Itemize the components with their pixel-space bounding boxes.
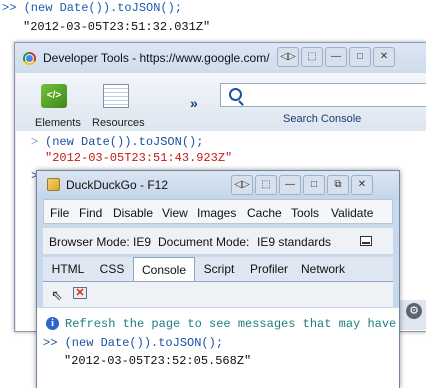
resources-panel-label[interactable]: Resources	[92, 117, 145, 129]
search-console-label: Search Console	[283, 113, 362, 125]
chrome-console-command: (new Date()).toJSON();	[45, 135, 204, 149]
ie-minimize-button[interactable]: —	[279, 175, 301, 195]
gear-icon[interactable]: ⚙	[406, 303, 422, 319]
browser-mode-label[interactable]: Browser Mode:	[49, 235, 130, 249]
ie-icon	[47, 178, 60, 191]
menu-disable[interactable]: Disable	[113, 206, 153, 220]
ie-maximize-button[interactable]: □	[303, 175, 325, 195]
document-mode-value[interactable]: IE9 standards	[257, 235, 331, 249]
ie-info-message: Refresh the page to see messages that ma…	[65, 317, 397, 331]
ie-titlebar[interactable]: DuckDuckGo - F12 ◁▷ ⬚ — □ ⧉ ✕	[37, 171, 399, 199]
tab-script[interactable]: Script	[197, 257, 241, 281]
ie-dock-button[interactable]: ◁▷	[231, 175, 253, 195]
tab-console[interactable]: Console	[133, 257, 195, 281]
bg-console-result: "2012-03-05T23:51:32.031Z"	[23, 20, 211, 34]
tab-css[interactable]: CSS	[95, 257, 129, 281]
chrome-dock-button[interactable]: ◁▷	[277, 47, 299, 67]
menu-file[interactable]: File	[50, 206, 69, 220]
chrome-titlebar[interactable]: Developer Tools - https://www.google.com…	[15, 43, 426, 73]
ie-devtools-window: DuckDuckGo - F12 ◁▷ ⬚ — □ ⧉ ✕ File Find …	[36, 170, 400, 388]
ie-close-button[interactable]: ✕	[351, 175, 373, 195]
tab-network[interactable]: Network	[297, 257, 349, 281]
menu-find[interactable]: Find	[79, 206, 102, 220]
browser-mode-value[interactable]: IE9	[133, 235, 151, 249]
chrome-logo-icon	[23, 52, 36, 65]
ie-modebar: Browser Mode: IE9 Document Mode: IE9 sta…	[43, 228, 393, 254]
ie-console-result: "2012-03-05T23:52:05.568Z"	[64, 354, 252, 368]
chrome-close-button[interactable]: ✕	[373, 47, 395, 67]
chrome-maximize-button[interactable]: □	[349, 47, 371, 67]
menu-images[interactable]: Images	[197, 206, 236, 220]
ie-restore-button[interactable]: ⧉	[327, 175, 349, 195]
elements-panel-label[interactable]: Elements	[35, 117, 81, 129]
chrome-console-prompt: >	[31, 135, 39, 149]
menu-tools[interactable]: Tools	[291, 206, 319, 220]
chrome-console-result: "2012-03-05T23:51:43.923Z"	[45, 151, 233, 165]
search-console-input[interactable]	[220, 83, 426, 107]
menu-view[interactable]: View	[162, 206, 188, 220]
resources-icon[interactable]	[103, 84, 129, 108]
chrome-window-title: Developer Tools - https://www.google.com…	[43, 51, 270, 65]
clear-console-icon[interactable]: ✕	[73, 287, 87, 299]
elements-icon[interactable]: </>	[41, 84, 67, 108]
select-cursor-icon[interactable]: ⇖	[51, 287, 63, 304]
bg-console-command: >> (new Date()).toJSON();	[2, 1, 183, 15]
ie-window-title: DuckDuckGo - F12	[66, 178, 169, 192]
tab-html[interactable]: HTML	[45, 257, 91, 281]
ie-console-toolbar: ⇖ ✕	[43, 282, 393, 308]
search-icon	[229, 88, 242, 101]
more-panels-button[interactable]: »	[190, 95, 198, 111]
chrome-pin-button[interactable]: ⬚	[301, 47, 323, 67]
tab-profiler[interactable]: Profiler	[245, 257, 293, 281]
ie-tabbar: HTML CSS Console Script Profiler Network	[43, 257, 393, 282]
menu-validate[interactable]: Validate	[331, 206, 373, 220]
ie-menubar: File Find Disable View Images Cache Tool…	[43, 199, 393, 224]
document-mode-label[interactable]: Document Mode:	[158, 235, 249, 249]
chrome-minimize-button[interactable]: —	[325, 47, 347, 67]
info-icon: i	[46, 317, 59, 330]
ie-console-command: >> (new Date()).toJSON();	[43, 336, 224, 350]
minimize-panel-icon[interactable]	[360, 236, 372, 246]
menu-cache[interactable]: Cache	[247, 206, 282, 220]
ie-pin-button[interactable]: ⬚	[255, 175, 277, 195]
